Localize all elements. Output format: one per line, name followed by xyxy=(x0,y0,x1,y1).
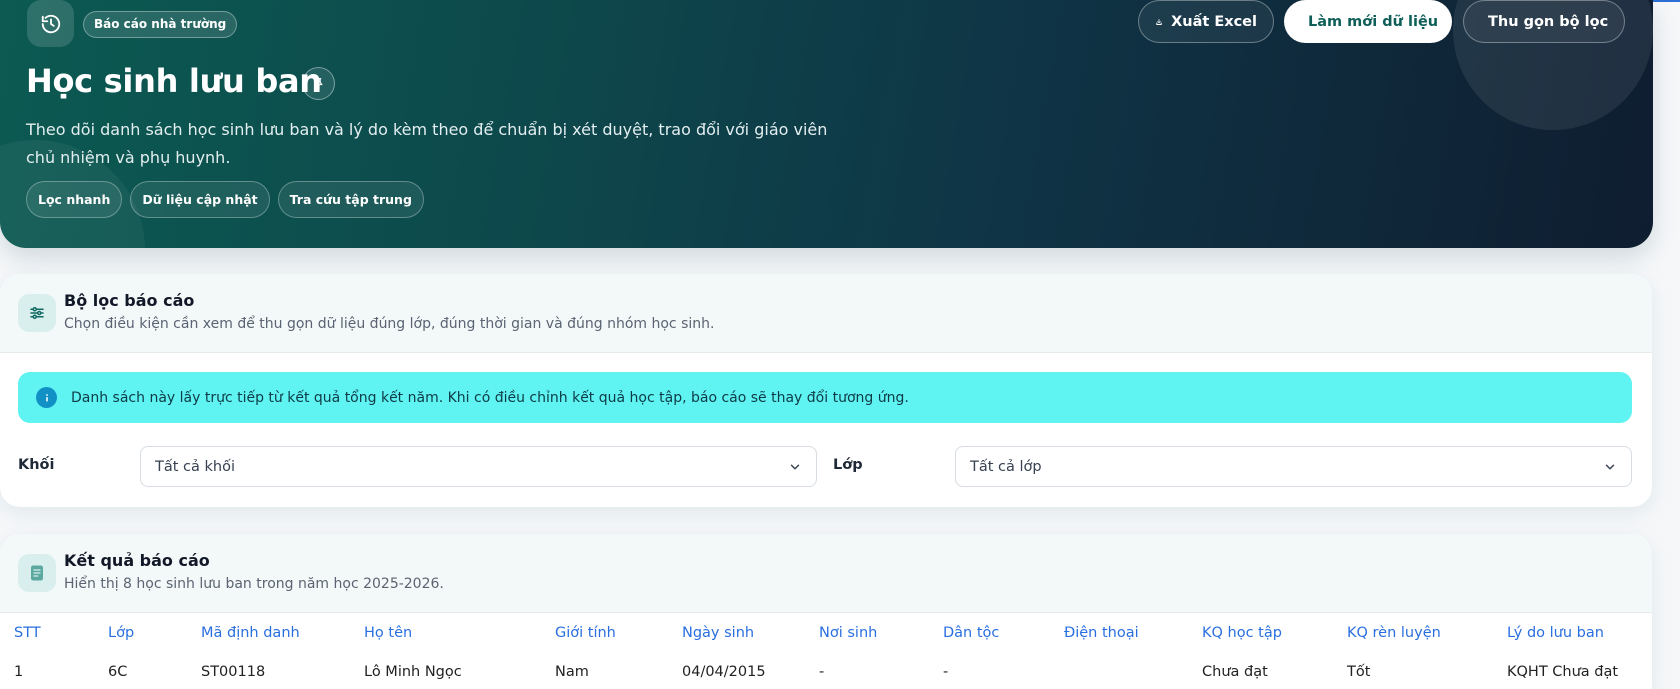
refresh-data-button[interactable]: Làm mới dữ liệu xyxy=(1284,0,1452,43)
cell-ethnicity: - xyxy=(943,664,949,680)
col-birth-place[interactable]: Nơi sinh xyxy=(819,613,877,653)
results-card-header: Kết quả báo cáo Hiển thị 8 học sinh lưu … xyxy=(0,534,1652,612)
col-class[interactable]: Lớp xyxy=(108,613,134,653)
document-icon xyxy=(18,554,56,592)
info-notice: Danh sách này lấy trực tiếp từ kết quả t… xyxy=(18,372,1632,423)
filter-card-header: Bộ lọc báo cáo Chọn điều kiện cần xem để… xyxy=(0,274,1652,352)
pin-icon[interactable] xyxy=(302,67,335,100)
cell-student-id: ST00118 xyxy=(201,664,266,680)
table-row[interactable]: 1 6C ST00118 Lô Minh Ngọc Nam 04/04/2015… xyxy=(0,652,1652,689)
results-title: Kết quả báo cáo xyxy=(64,551,210,570)
hero-banner: Báo cáo nhà trường Học sinh lưu ban Theo… xyxy=(0,0,1653,248)
info-icon xyxy=(36,387,57,408)
cell-gender: Nam xyxy=(555,664,589,680)
col-academic-result[interactable]: KQ học tập xyxy=(1202,613,1282,653)
filter-subtitle: Chọn điều kiện cần xem để thu gọn dữ liệ… xyxy=(64,316,715,332)
results-card: Kết quả báo cáo Hiển thị 8 học sinh lưu … xyxy=(0,534,1652,689)
chevron-down-icon xyxy=(1605,464,1615,469)
notice-text: Danh sách này lấy trực tiếp từ kết quả t… xyxy=(71,389,909,406)
refresh-data-label: Làm mới dữ liệu xyxy=(1308,13,1439,30)
cell-retention-reason: KQHT Chưa đạt xyxy=(1507,664,1619,680)
collapse-filter-button[interactable]: Thu gọn bộ lọc xyxy=(1463,0,1625,43)
cell-academic-result: Chưa đạt xyxy=(1202,664,1268,680)
report-category-chip: Báo cáo nhà trường xyxy=(83,11,238,38)
class-select-value: Tất cả lớp xyxy=(970,458,1042,475)
col-gender[interactable]: Giới tính xyxy=(555,613,616,653)
col-phone[interactable]: Điện thoại xyxy=(1064,613,1139,653)
page-description: Theo dõi danh sách học sinh lưu ban và l… xyxy=(26,120,828,167)
table-header-row: STT Lớp Mã định danh Họ tên Giới tính Ng… xyxy=(0,612,1652,652)
grade-select[interactable]: Tất cả khối xyxy=(140,446,817,487)
results-subtitle: Hiển thị 8 học sinh lưu ban trong năm họ… xyxy=(64,576,444,592)
tag-updated-data[interactable]: Dữ liệu cập nhật xyxy=(130,181,270,218)
divider xyxy=(0,352,1652,353)
history-icon xyxy=(27,0,74,47)
sliders-icon xyxy=(18,294,56,332)
tag-quick-filter[interactable]: Lọc nhanh xyxy=(26,181,123,218)
filter-title: Bộ lọc báo cáo xyxy=(64,291,195,310)
cell-birth-date: 04/04/2015 xyxy=(682,664,766,680)
cell-class: 6C xyxy=(108,664,128,680)
col-stt[interactable]: STT xyxy=(14,613,41,653)
class-label: Lớp xyxy=(833,457,863,473)
grade-select-value: Tất cả khối xyxy=(155,458,235,475)
col-birth-date[interactable]: Ngày sinh xyxy=(682,613,754,653)
col-student-id[interactable]: Mã định danh xyxy=(201,613,300,653)
col-conduct-result[interactable]: KQ rèn luyện xyxy=(1347,613,1441,653)
col-ethnicity[interactable]: Dân tộc xyxy=(943,613,999,653)
collapse-filter-label: Thu gọn bộ lọc xyxy=(1488,13,1609,30)
cell-birth-place: - xyxy=(819,664,825,680)
cell-conduct-result: Tốt xyxy=(1347,664,1371,680)
export-excel-label: Xuất Excel xyxy=(1171,13,1257,30)
grade-label: Khối xyxy=(18,457,55,473)
col-retention-reason[interactable]: Lý do lưu ban xyxy=(1507,613,1604,653)
class-select[interactable]: Tất cả lớp xyxy=(955,446,1632,487)
chevron-down-icon xyxy=(790,464,800,469)
cell-stt: 1 xyxy=(14,664,24,680)
filter-card: Bộ lọc báo cáo Chọn điều kiện cần xem để… xyxy=(0,274,1652,507)
download-icon xyxy=(1156,18,1162,25)
hero-tag-list: Lọc nhanh Dữ liệu cập nhật Tra cứu tập t… xyxy=(26,181,424,218)
tag-central-lookup[interactable]: Tra cứu tập trung xyxy=(277,181,424,218)
page-title: Học sinh lưu ban xyxy=(26,62,322,100)
cell-full-name: Lô Minh Ngọc xyxy=(364,664,462,680)
export-excel-button[interactable]: Xuất Excel xyxy=(1138,0,1274,43)
results-table: STT Lớp Mã định danh Họ tên Giới tính Ng… xyxy=(0,612,1652,689)
col-full-name[interactable]: Họ tên xyxy=(364,613,412,653)
